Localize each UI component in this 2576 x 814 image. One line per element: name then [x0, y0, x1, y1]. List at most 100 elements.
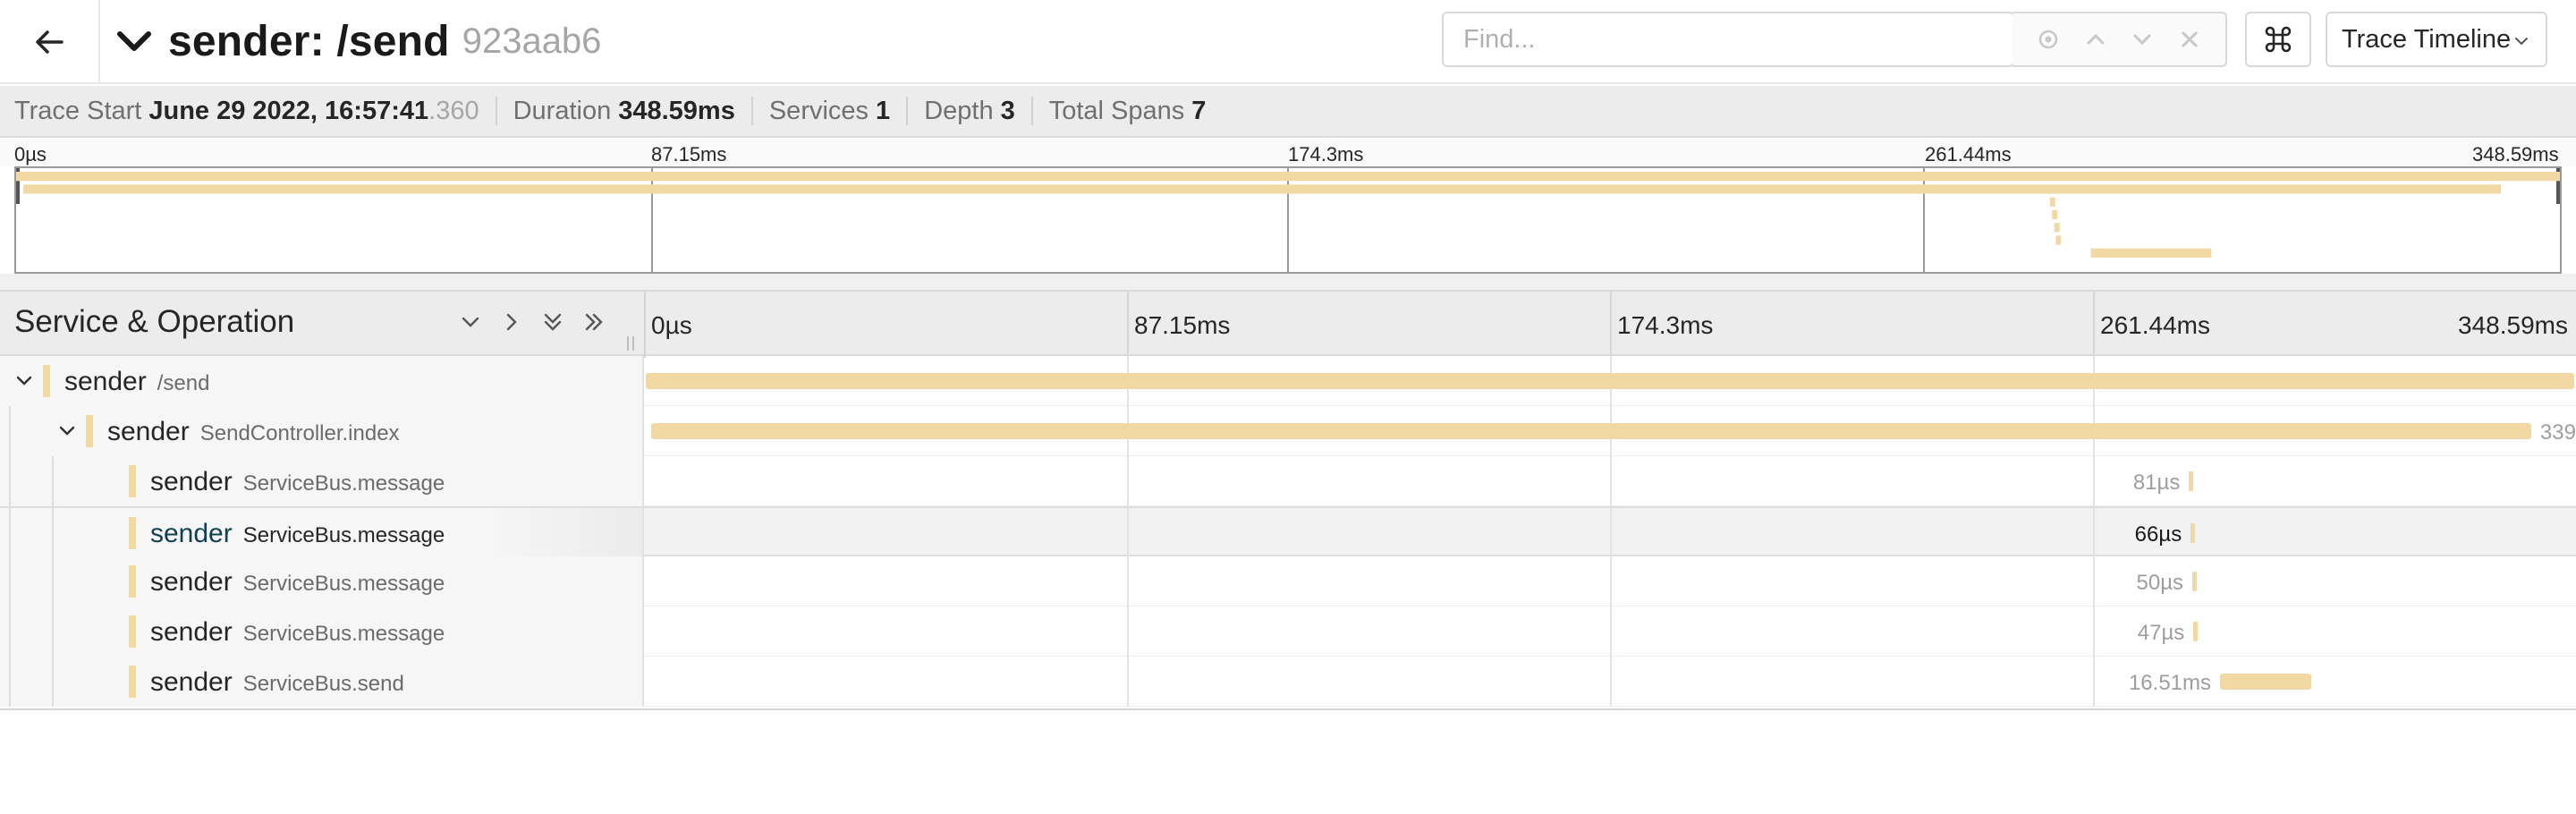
service-color-strip [129, 517, 136, 549]
grid-line [2093, 508, 2095, 558]
span-bar[interactable] [2192, 572, 2198, 591]
minimap-ticks: 0µs 87.15ms 174.3ms 261.44ms 348.59ms [0, 140, 2576, 166]
span-bar[interactable] [651, 423, 2531, 439]
find-box [1442, 12, 2014, 67]
span-row[interactable]: sender ServiceBus.message 50µs [0, 556, 2576, 606]
span-bar[interactable] [2220, 674, 2312, 690]
span-label[interactable]: sender ServiceBus.message [150, 617, 445, 648]
minimap-spacer [0, 274, 2576, 290]
chevron-down-icon[interactable] [54, 417, 80, 444]
span-name-cell[interactable]: sender ServiceBus.send [0, 657, 644, 707]
depth: Depth 3 [924, 97, 1015, 126]
collapse-one-icon[interactable] [456, 308, 485, 336]
summary-divider [1030, 97, 1033, 125]
tree-guide-line [52, 556, 54, 606]
span-name-cell[interactable]: sender SendController.index [0, 406, 644, 456]
span-timeline-cell[interactable]: 16.51ms [646, 657, 2576, 707]
span-bar[interactable] [646, 373, 2574, 389]
span-label[interactable]: sender ServiceBus.message [150, 519, 445, 549]
grid-line [2093, 556, 2095, 606]
operation-name: ServiceBus.message [242, 471, 445, 496]
timeline-tick: 261.44ms [2100, 311, 2210, 339]
span-name-cell[interactable]: sender/send [0, 356, 644, 406]
crosshair-icon[interactable] [2035, 26, 2062, 53]
service-color-strip [129, 666, 136, 698]
back-button[interactable] [0, 0, 100, 84]
chevron-down-icon [117, 31, 151, 51]
total-spans-label: Total Spans [1048, 96, 1185, 125]
span-row[interactable]: sender ServiceBus.message 47µs [0, 606, 2576, 657]
service-name: sender [150, 467, 233, 496]
chevron-up-icon[interactable] [2082, 26, 2109, 53]
timeline-tick: 87.15ms [1134, 311, 1231, 339]
trace-page: sender: /send 923aab6 T [0, 0, 2576, 814]
span-name-cell[interactable]: sender ServiceBus.message [0, 556, 644, 606]
span-label[interactable]: sender/send [64, 367, 209, 397]
trace-header: sender: /send 923aab6 T [0, 0, 2576, 84]
tree-guide-line [52, 657, 54, 707]
service-name: sender [150, 567, 233, 597]
span-timeline-cell[interactable]: 81µs [646, 456, 2576, 506]
tick-line [1610, 292, 1612, 358]
timeline-bottom-border [0, 708, 2576, 710]
tick-line [1127, 292, 1129, 358]
column-divider[interactable] [644, 292, 646, 358]
grid-line [1610, 556, 1612, 606]
grid-line [1610, 657, 1612, 707]
span-label[interactable]: sender ServiceBus.message [150, 567, 445, 598]
collapse-all-icon[interactable] [538, 308, 567, 336]
span-timeline-cell[interactable]: 50µs [646, 556, 2576, 606]
trace-minimap[interactable] [14, 166, 2562, 274]
service-name: sender [150, 667, 233, 697]
trace-title-toggle[interactable]: sender: /send 923aab6 [114, 13, 601, 70]
span-bar[interactable] [2190, 523, 2196, 543]
span-label[interactable]: sender SendController.index [107, 417, 400, 447]
operation-name: ServiceBus.message [242, 572, 445, 596]
span-name-cell[interactable]: sender ServiceBus.message [0, 606, 644, 657]
span-row[interactable]: sender ServiceBus.send 16.51ms [0, 657, 2576, 707]
trace-title: sender: /send [168, 17, 450, 65]
span-timeline-cell[interactable]: 47µs [646, 606, 2576, 657]
span-name-cell[interactable]: sender ServiceBus.message [0, 508, 644, 558]
grid-line [1610, 456, 1612, 506]
chevron-down-icon[interactable] [2129, 26, 2156, 53]
depth-value: 3 [1000, 96, 1015, 125]
expand-one-icon[interactable] [497, 308, 526, 336]
span-row[interactable]: sender ServiceBus.message 66µs [0, 506, 2576, 558]
service-name: sender [150, 617, 233, 647]
tick-line [2093, 292, 2095, 358]
span-row[interactable]: sender SendController.index 339 [0, 406, 2576, 456]
view-select[interactable]: Trace Timeline [2326, 12, 2547, 67]
operation-name: /send [157, 371, 210, 395]
span-duration-label: 47µs [2137, 621, 2185, 645]
tree-guide-line [9, 406, 11, 456]
close-icon[interactable] [2176, 26, 2203, 53]
span-timeline-cell[interactable]: 339 [646, 406, 2576, 456]
keyboard-shortcuts-button[interactable] [2245, 12, 2311, 67]
span-bar[interactable] [2193, 622, 2199, 641]
timeline-tick: 174.3ms [1617, 311, 1714, 339]
summary-divider [495, 97, 497, 125]
span-name-cell[interactable]: sender ServiceBus.message [0, 456, 644, 506]
chevron-down-icon[interactable] [11, 367, 38, 394]
column-resizer-handle[interactable] [624, 335, 637, 352]
service-color-strip [129, 615, 136, 648]
service-name: sender [107, 417, 190, 446]
find-input[interactable] [1444, 13, 2012, 65]
span-row[interactable]: sender/send [0, 356, 2576, 406]
trace-start-label: Trace Start [14, 96, 142, 125]
grid-line [1127, 657, 1129, 707]
span-row[interactable]: sender ServiceBus.message 81µs [0, 456, 2576, 506]
tree-controls [456, 308, 608, 336]
minimap-tick: 261.44ms [1925, 143, 2012, 165]
span-label[interactable]: sender ServiceBus.message [150, 467, 445, 497]
span-label[interactable]: sender ServiceBus.send [150, 667, 404, 698]
services-value: 1 [876, 96, 891, 125]
span-bar[interactable] [2189, 471, 2194, 491]
span-timeline-cell[interactable] [646, 356, 2576, 406]
depth-label: Depth [924, 96, 994, 125]
tree-guide-line [52, 456, 54, 506]
expand-all-icon[interactable] [580, 308, 608, 336]
span-timeline-cell[interactable]: 66µs [646, 508, 2576, 558]
services-label: Services [768, 96, 869, 125]
